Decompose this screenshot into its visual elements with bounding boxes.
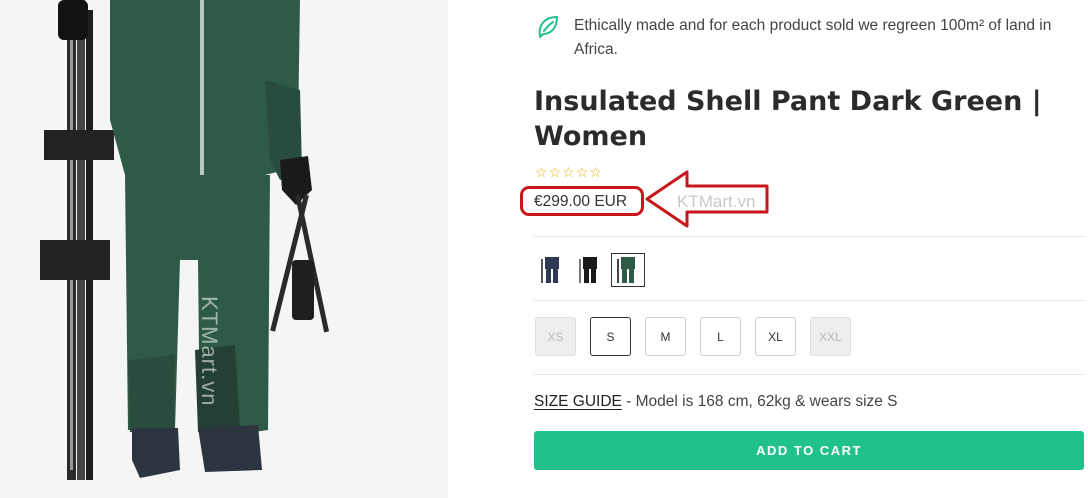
divider <box>534 300 1084 301</box>
eco-note: Ethically made and for each product sold… <box>536 14 1076 62</box>
star-outline-icon: ☆ <box>562 164 575 180</box>
size-selector: XS S M L XL XXL <box>535 317 851 356</box>
size-guide: SIZE GUIDE - Model is 168 cm, 62kg & wea… <box>534 393 898 411</box>
size-option-xl[interactable]: XL <box>755 317 796 356</box>
size-option-l[interactable]: L <box>700 317 741 356</box>
color-swatches <box>535 253 645 287</box>
star-outline-icon: ☆ <box>535 164 548 180</box>
product-title: Insulated Shell Pant Dark Green | Women <box>534 86 1042 152</box>
swatch-dark-green[interactable] <box>611 253 645 287</box>
size-option-s[interactable]: S <box>590 317 631 356</box>
size-guide-text: - Model is 168 cm, 62kg & wears size S <box>621 393 898 410</box>
swatch-black[interactable] <box>573 253 607 287</box>
photo-watermark: KTMart.vn <box>197 296 222 407</box>
product-image <box>0 0 448 498</box>
size-option-m[interactable]: M <box>645 317 686 356</box>
star-outline-icon: ☆ <box>548 164 562 180</box>
size-guide-link[interactable]: SIZE GUIDE <box>534 393 622 410</box>
size-option-xxl[interactable]: XXL <box>810 317 851 356</box>
rating-stars[interactable]: ☆ ☆ ☆ ☆ ☆ <box>535 164 602 180</box>
leaf-icon <box>536 14 560 45</box>
product-price: €299.00 EUR <box>534 193 628 210</box>
watermark-text: KTMart.vn <box>677 192 756 211</box>
star-outline-icon: ☆ <box>575 164 589 180</box>
swatch-navy[interactable] <box>535 253 569 287</box>
size-option-xs[interactable]: XS <box>535 317 576 356</box>
divider <box>534 374 1084 375</box>
star-outline-icon: ☆ <box>589 164 602 180</box>
product-photo: KTMart.vn <box>0 0 448 498</box>
divider <box>534 236 1084 237</box>
add-to-cart-button[interactable]: ADD TO CART <box>534 431 1084 470</box>
eco-note-text: Ethically made and for each product sold… <box>574 17 1052 58</box>
